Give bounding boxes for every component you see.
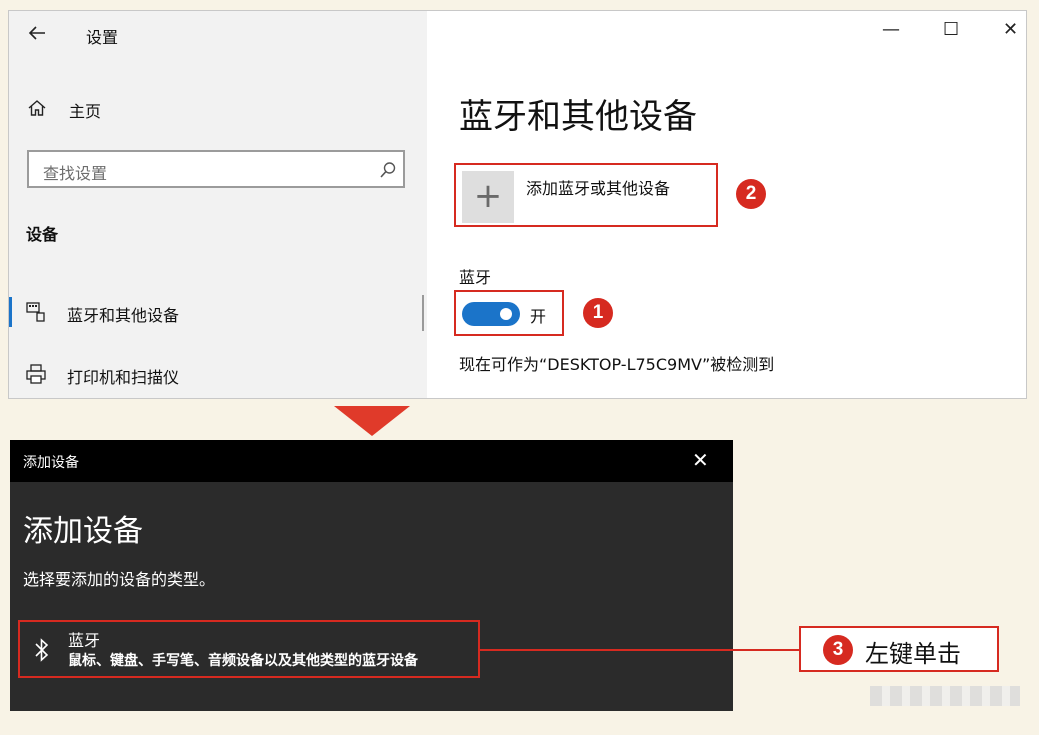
down-arrow-icon — [334, 406, 410, 436]
selected-indicator — [9, 297, 12, 327]
search-placeholder: 查找设置 — [43, 164, 108, 183]
option-description: 鼠标、键盘、手写笔、音频设备以及其他类型的蓝牙设备 — [68, 653, 418, 669]
dialog-subtitle: 选择要添加的设备的类型。 — [23, 570, 216, 589]
settings-window: 设置 主页 查找设置 设备 蓝牙和其他设备 打印机和扫描仪 — ☐ ✕ 蓝牙和其… — [8, 10, 1027, 399]
bluetooth-icon — [34, 636, 50, 664]
dialog-heading: 添加设备 — [23, 514, 143, 549]
option-title: 蓝牙 — [68, 631, 101, 650]
sidebar-item-label: 打印机和扫描仪 — [67, 368, 180, 387]
add-device-button[interactable]: + 添加蓝牙或其他设备 — [454, 163, 718, 227]
sidebar-item-printers[interactable]: 打印机和扫描仪 — [9, 359, 427, 393]
bluetooth-toggle-frame: 开 — [454, 290, 564, 336]
bluetooth-option[interactable]: 蓝牙 鼠标、键盘、手写笔、音频设备以及其他类型的蓝牙设备 — [18, 620, 480, 678]
printer-icon — [25, 363, 47, 385]
sidebar-home-label: 主页 — [69, 102, 102, 121]
callout-text: 左键单击 — [865, 640, 961, 668]
bluetooth-devices-icon — [25, 301, 47, 323]
sidebar-item-label: 蓝牙和其他设备 — [67, 306, 180, 325]
minimize-button[interactable]: — — [882, 19, 900, 40]
sidebar-item-bluetooth[interactable]: 蓝牙和其他设备 — [9, 295, 427, 331]
callout-box: 3 左键单击 — [799, 626, 999, 672]
section-heading-devices: 设备 — [26, 225, 59, 244]
dialog-window-title: 添加设备 — [23, 455, 79, 471]
page-title: 蓝牙和其他设备 — [459, 97, 697, 137]
close-button[interactable]: ✕ — [1003, 19, 1018, 40]
step-badge-1: 1 — [583, 298, 613, 328]
step-badge-3: 3 — [823, 635, 853, 665]
dialog-titlebar: 添加设备 ✕ — [10, 440, 733, 482]
back-arrow-icon[interactable] — [27, 25, 47, 41]
window-title: 设置 — [86, 28, 119, 47]
step-badge-2: 2 — [736, 179, 766, 209]
sidebar-item-home[interactable]: 主页 — [27, 97, 227, 121]
search-input[interactable]: 查找设置 — [27, 150, 405, 188]
bluetooth-section-label: 蓝牙 — [459, 268, 492, 287]
toggle-state-label: 开 — [530, 307, 547, 326]
bluetooth-toggle[interactable] — [462, 302, 520, 326]
maximize-button[interactable]: ☐ — [943, 19, 959, 40]
watermark — [870, 686, 1020, 706]
callout-connector — [479, 649, 799, 651]
add-device-dialog: 添加设备 ✕ 添加设备 选择要添加的设备的类型。 蓝牙 鼠标、键盘、手写笔、音频… — [10, 440, 733, 711]
toggle-knob — [500, 308, 512, 320]
dialog-close-button[interactable]: ✕ — [692, 448, 709, 472]
plus-icon: + — [462, 171, 514, 223]
home-icon — [27, 98, 47, 118]
scrollbar[interactable] — [422, 295, 424, 331]
discoverable-text: 现在可作为“DESKTOP-L75C9MV”被检测到 — [459, 355, 775, 374]
sidebar: 设置 主页 查找设置 设备 蓝牙和其他设备 打印机和扫描仪 — [9, 11, 427, 398]
add-device-label: 添加蓝牙或其他设备 — [526, 179, 671, 198]
search-icon[interactable] — [379, 161, 397, 179]
